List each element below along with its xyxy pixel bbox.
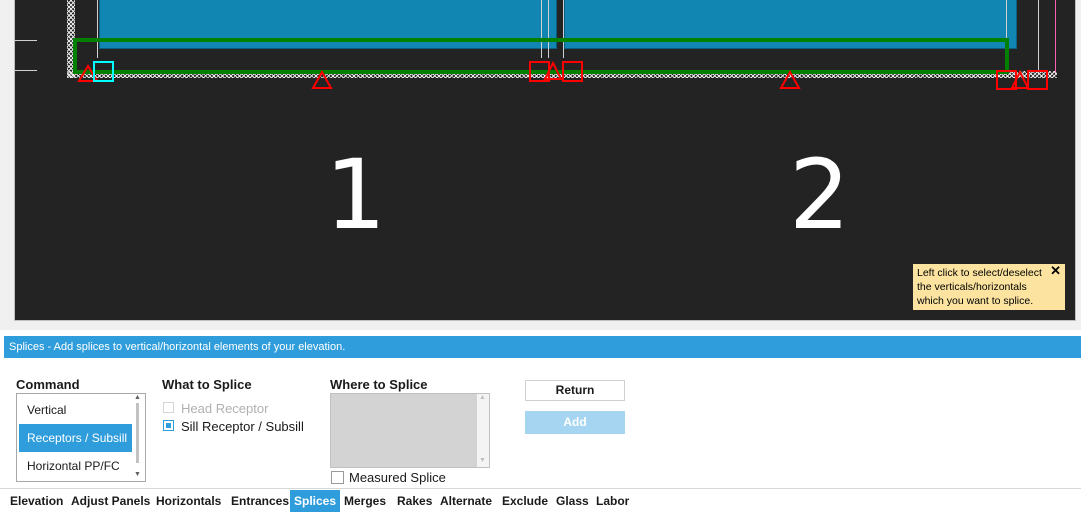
- head-receptor-option[interactable]: Head Receptor: [163, 401, 268, 416]
- splice-triangle-marker: [543, 60, 563, 80]
- panel-number-1: 1: [325, 139, 387, 251]
- head-receptor-label: Head Receptor: [181, 401, 269, 416]
- tab-alternate[interactable]: Alternate: [436, 490, 496, 512]
- measured-splice-label: Measured Splice: [349, 470, 446, 485]
- tab-bar: Elevation Adjust Panels Horizontals Entr…: [0, 488, 1081, 516]
- scroll-down-icon[interactable]: ▼: [134, 471, 141, 478]
- command-list-scrollbar[interactable]: ▲ ▼: [132, 394, 144, 480]
- tab-glass[interactable]: Glass: [552, 490, 593, 512]
- tab-elevation[interactable]: Elevation: [6, 490, 67, 512]
- sill-receptor-option[interactable]: Sill Receptor / Subsill: [163, 419, 304, 434]
- where-to-splice-list[interactable]: ▲ ▼: [330, 393, 490, 468]
- splice-markers[interactable]: [15, 0, 1075, 95]
- help-tooltip: Left click to select/deselect the vertic…: [913, 264, 1065, 310]
- elevation-canvas[interactable]: 1 2 Left click to select/deselect the ve…: [14, 0, 1076, 321]
- scroll-up-icon[interactable]: ▲: [479, 394, 486, 401]
- splice-square-marker: [562, 61, 583, 82]
- selected-splice-marker: [93, 61, 114, 82]
- status-bar: Splices - Add splices to vertical/horizo…: [4, 336, 1081, 358]
- panel-number-2: 2: [789, 139, 851, 251]
- scrollbar-thumb[interactable]: [136, 403, 139, 463]
- command-item-horizontal-pp-fc[interactable]: Horizontal PP/FC: [19, 452, 132, 480]
- tab-exclude[interactable]: Exclude: [498, 490, 552, 512]
- tooltip-text: Left click to select/deselect the vertic…: [917, 267, 1042, 307]
- head-receptor-checkbox[interactable]: [163, 402, 174, 413]
- tab-merges[interactable]: Merges: [340, 490, 390, 512]
- splice-triangle-marker: [779, 69, 801, 89]
- command-list[interactable]: Vertical Receptors / Subsill Horizontal …: [16, 393, 146, 482]
- where-to-splice-heading: Where to Splice: [330, 377, 428, 392]
- close-icon[interactable]: ✕: [1050, 264, 1061, 278]
- command-item-vertical[interactable]: Vertical: [19, 396, 132, 424]
- splice-triangle-marker: [1010, 69, 1030, 89]
- splice-square-marker: [1027, 70, 1048, 90]
- return-button[interactable]: Return: [525, 380, 625, 401]
- measured-splice-checkbox[interactable]: [331, 471, 344, 484]
- drawing-area: 1 2 Left click to select/deselect the ve…: [0, 0, 1081, 330]
- tab-entrances[interactable]: Entrances: [227, 490, 293, 512]
- scroll-up-icon[interactable]: ▲: [134, 394, 141, 401]
- tab-adjust-panels[interactable]: Adjust Panels: [67, 490, 154, 512]
- measured-splice-option[interactable]: Measured Splice: [331, 470, 446, 485]
- sill-receptor-checkbox[interactable]: [163, 420, 174, 431]
- where-list-scrollbar[interactable]: ▲ ▼: [477, 394, 489, 467]
- what-to-splice-heading: What to Splice: [162, 377, 252, 392]
- splice-triangle-marker: [311, 69, 333, 89]
- command-heading: Command: [16, 377, 80, 392]
- tab-labor[interactable]: Labor: [592, 490, 633, 512]
- tab-rakes[interactable]: Rakes: [393, 490, 436, 512]
- tab-horizontals[interactable]: Horizontals: [152, 490, 225, 512]
- command-item-receptors-subsill[interactable]: Receptors / Subsill: [19, 424, 132, 452]
- sill-receptor-label: Sill Receptor / Subsill: [181, 419, 304, 434]
- add-button[interactable]: Add: [525, 411, 625, 434]
- tab-splices[interactable]: Splices: [290, 490, 341, 512]
- scroll-down-icon[interactable]: ▼: [479, 457, 486, 464]
